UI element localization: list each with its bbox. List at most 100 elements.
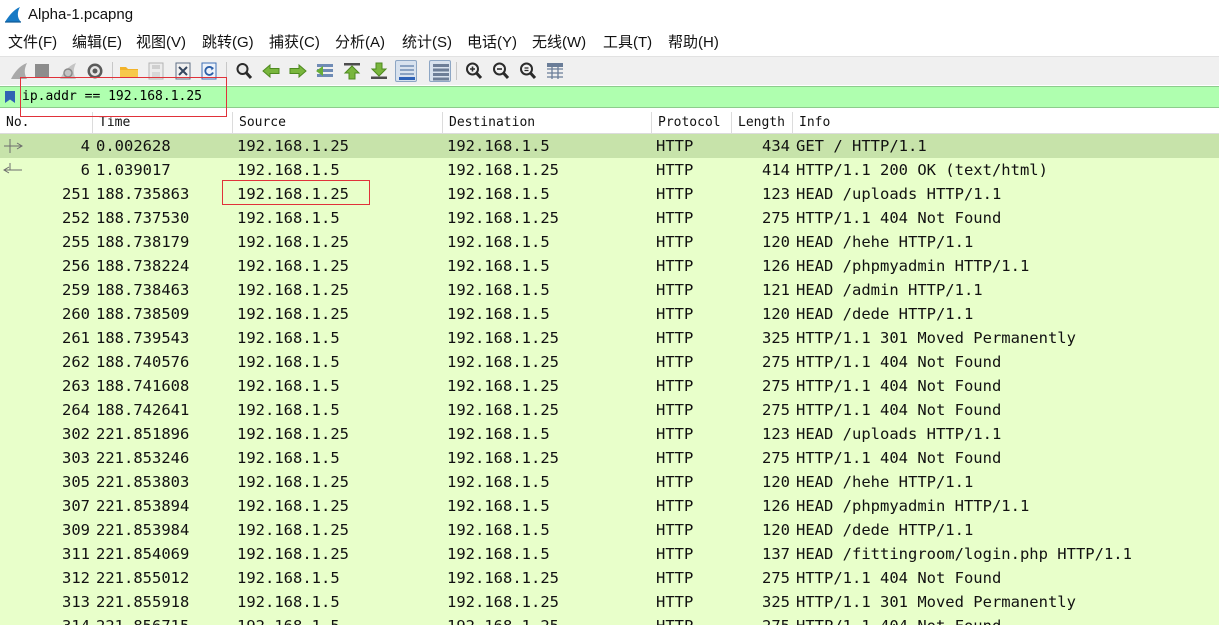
packet-row[interactable]: 311 221.854069 192.168.1.25 192.168.1.5 HTTP… xyxy=(0,542,1219,566)
column-header-time[interactable]: Time xyxy=(93,112,233,133)
resize-columns-icon[interactable] xyxy=(544,60,566,82)
go-to-packet-icon[interactable] xyxy=(314,60,336,82)
column-header-no[interactable]: No. xyxy=(0,112,93,133)
packet-protocol: HTTP xyxy=(656,401,694,419)
packet-protocol: HTTP xyxy=(656,209,694,227)
packet-row[interactable]: 261 188.739543 192.168.1.5 192.168.1.25 HTTP… xyxy=(0,326,1219,350)
packet-row[interactable]: 251 188.735863 192.168.1.25 192.168.1.5 HTTP… xyxy=(0,182,1219,206)
packet-info: HEAD /hehe HTTP/1.1 xyxy=(796,473,974,491)
go-forward-arrow-icon[interactable] xyxy=(287,60,309,82)
packet-source: 192.168.1.5 xyxy=(237,377,340,395)
packet-time: 221.851896 xyxy=(96,425,190,443)
go-first-packet-icon[interactable] xyxy=(341,60,363,82)
packet-row[interactable]: 263 188.741608 192.168.1.5 192.168.1.25 HTTP… xyxy=(0,374,1219,398)
colorize-list-icon[interactable] xyxy=(429,60,451,82)
packet-info: HTTP/1.1 404 Not Found xyxy=(796,209,1002,227)
stop-square-icon[interactable] xyxy=(31,60,53,82)
packet-row[interactable]: 264 188.742641 192.168.1.5 192.168.1.25 HTTP… xyxy=(0,398,1219,422)
packet-length: 120 xyxy=(762,305,790,323)
packet-time: 188.738179 xyxy=(96,233,190,251)
packet-info: HEAD /phpmyadmin HTTP/1.1 xyxy=(796,257,1030,275)
packet-length: 120 xyxy=(762,473,790,491)
filter-bookmark-icon[interactable] xyxy=(4,90,16,104)
zoom-in-icon[interactable] xyxy=(463,60,485,82)
capture-options-gear-icon[interactable] xyxy=(84,60,106,82)
go-back-arrow-icon[interactable] xyxy=(260,60,282,82)
packet-protocol: HTTP xyxy=(656,545,694,563)
packet-length: 123 xyxy=(762,185,790,203)
packet-source: 192.168.1.25 xyxy=(237,425,349,443)
menu-go[interactable]: 跳转(G) xyxy=(202,33,254,53)
packet-length: 120 xyxy=(762,233,790,251)
packet-time: 221.855918 xyxy=(96,593,190,611)
column-header-length[interactable]: Length xyxy=(732,112,793,133)
packet-row[interactable]: 313 221.855918 192.168.1.5 192.168.1.25 HTTP… xyxy=(0,590,1219,614)
packet-row[interactable]: 309 221.853984 192.168.1.25 192.168.1.5 HTTP… xyxy=(0,518,1219,542)
display-filter-input[interactable] xyxy=(22,88,1202,106)
packet-number: 262 xyxy=(62,353,90,371)
menu-help[interactable]: 帮助(H) xyxy=(668,33,719,53)
normal-size-icon[interactable] xyxy=(517,60,539,82)
packet-row[interactable]: 4 0.002628 192.168.1.25 192.168.1.5 HTTP 434 G… xyxy=(0,134,1219,158)
packet-source: 192.168.1.25 xyxy=(237,233,349,251)
window-title: Alpha-1.pcapng xyxy=(28,6,134,23)
column-header-protocol[interactable]: Protocol xyxy=(652,112,732,133)
close-file-icon[interactable] xyxy=(172,60,194,82)
packet-length: 123 xyxy=(762,425,790,443)
packet-time: 188.737530 xyxy=(96,209,190,227)
menu-statistics[interactable]: 统计(S) xyxy=(402,33,452,53)
packet-row[interactable]: 260 188.738509 192.168.1.25 192.168.1.5 HTTP… xyxy=(0,302,1219,326)
menu-telephony[interactable]: 电话(Y) xyxy=(467,33,517,53)
menu-capture[interactable]: 捕获(C) xyxy=(269,33,320,53)
packet-row[interactable]: 307 221.853894 192.168.1.25 192.168.1.5 HTTP… xyxy=(0,494,1219,518)
open-folder-icon[interactable] xyxy=(118,60,140,82)
packet-info: HEAD /uploads HTTP/1.1 xyxy=(796,425,1002,443)
packet-info: HTTP/1.1 301 Moved Permanently xyxy=(796,593,1076,611)
packet-protocol: HTTP xyxy=(656,185,694,203)
menu-view[interactable]: 视图(V) xyxy=(136,33,186,53)
menu-edit[interactable]: 编辑(E) xyxy=(72,33,122,53)
menu-wireless[interactable]: 无线(W) xyxy=(532,33,586,53)
packet-info: HTTP/1.1 200 OK (text/html) xyxy=(796,161,1048,179)
packet-row[interactable]: 6 1.039017 192.168.1.5 192.168.1.25 HTTP 414 H… xyxy=(0,158,1219,182)
save-file-icon[interactable] xyxy=(145,60,167,82)
restart-fin-icon[interactable] xyxy=(57,60,79,82)
menu-tools[interactable]: 工具(T) xyxy=(603,33,652,53)
packet-destination: 192.168.1.25 xyxy=(447,353,559,371)
wireshark-logo-icon xyxy=(5,7,21,23)
packet-number: 260 xyxy=(62,305,90,323)
reload-icon[interactable] xyxy=(198,60,220,82)
auto-scroll-icon[interactable] xyxy=(395,60,417,82)
packet-row[interactable]: 303 221.853246 192.168.1.5 192.168.1.25 HTTP… xyxy=(0,446,1219,470)
packet-info: GET / HTTP/1.1 xyxy=(796,137,927,155)
packet-row[interactable]: 312 221.855012 192.168.1.5 192.168.1.25 HTTP… xyxy=(0,566,1219,590)
packet-row[interactable]: 314 221.856715 192.168.1.5 192.168.1.25 HTTP… xyxy=(0,614,1219,625)
packet-destination: 192.168.1.5 xyxy=(447,497,550,515)
packet-destination: 192.168.1.25 xyxy=(447,401,559,419)
packet-row[interactable]: 255 188.738179 192.168.1.25 192.168.1.5 HTTP… xyxy=(0,230,1219,254)
find-packet-icon[interactable] xyxy=(233,60,255,82)
packet-length: 120 xyxy=(762,521,790,539)
packet-row[interactable]: 305 221.853803 192.168.1.25 192.168.1.5 HTTP… xyxy=(0,470,1219,494)
packet-row[interactable]: 252 188.737530 192.168.1.5 192.168.1.25 HTTP… xyxy=(0,206,1219,230)
packet-destination: 192.168.1.5 xyxy=(447,233,550,251)
packet-destination: 192.168.1.5 xyxy=(447,473,550,491)
packet-length: 121 xyxy=(762,281,790,299)
packet-protocol: HTTP xyxy=(656,257,694,275)
column-header-info[interactable]: Info xyxy=(793,112,1219,133)
packet-row[interactable]: 259 188.738463 192.168.1.25 192.168.1.5 HTTP… xyxy=(0,278,1219,302)
column-header-destination[interactable]: Destination xyxy=(443,112,652,133)
packet-rows: 4 0.002628 192.168.1.25 192.168.1.5 HTTP 434 G… xyxy=(0,134,1219,625)
shark-fin-start-icon[interactable] xyxy=(8,60,30,82)
toolbar-separator xyxy=(226,62,227,80)
packet-row[interactable]: 302 221.851896 192.168.1.25 192.168.1.5 HTTP… xyxy=(0,422,1219,446)
packet-protocol: HTTP xyxy=(656,305,694,323)
zoom-out-icon[interactable] xyxy=(490,60,512,82)
column-header-source[interactable]: Source xyxy=(233,112,443,133)
packet-row[interactable]: 256 188.738224 192.168.1.25 192.168.1.5 HTTP… xyxy=(0,254,1219,278)
packet-row[interactable]: 262 188.740576 192.168.1.5 192.168.1.25 HTTP… xyxy=(0,350,1219,374)
packet-length: 126 xyxy=(762,497,790,515)
go-last-packet-icon[interactable] xyxy=(368,60,390,82)
menu-analyze[interactable]: 分析(A) xyxy=(335,33,385,53)
menu-file[interactable]: 文件(F) xyxy=(8,33,57,53)
